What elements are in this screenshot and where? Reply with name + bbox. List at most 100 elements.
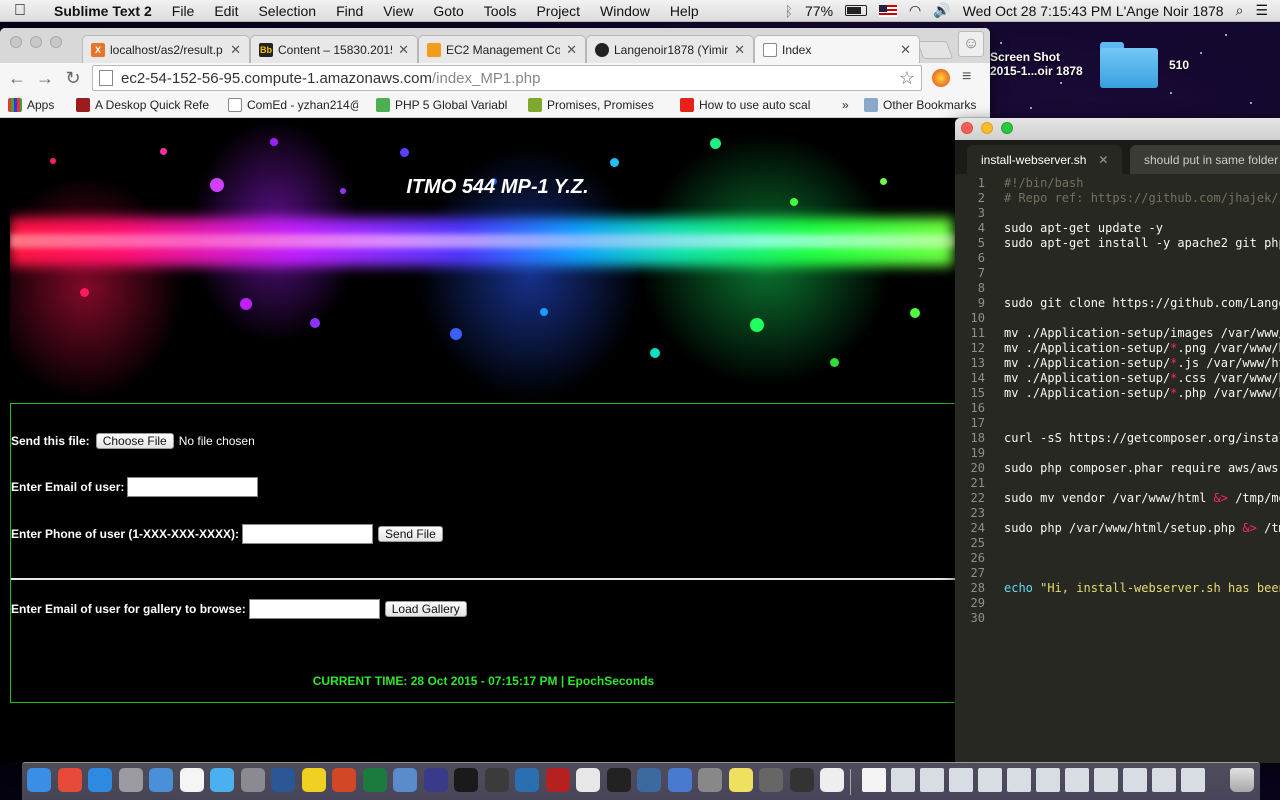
finder-icon[interactable] — [27, 768, 51, 792]
menu-find[interactable]: Find — [326, 3, 373, 19]
gallery-email-field[interactable] — [248, 599, 380, 619]
tab-close-icon[interactable]: ✕ — [230, 42, 241, 58]
menu-view[interactable]: View — [373, 3, 423, 19]
menu-edit[interactable]: Edit — [204, 3, 248, 19]
safari-icon[interactable] — [88, 768, 112, 792]
editor-tab-install-webserver[interactable]: install-webserver.sh ✕ — [967, 145, 1123, 174]
desktop-screenshot-label[interactable]: Screen Shot 2015-1...oir 1878 — [990, 50, 1083, 78]
wireshark-icon[interactable] — [515, 768, 539, 792]
tab-close-icon[interactable]: ✕ — [734, 42, 745, 58]
menubar-user[interactable]: L'Ange Noir 1878 — [1116, 3, 1224, 19]
screenshot-icon[interactable] — [1094, 768, 1118, 792]
terminal-icon[interactable] — [606, 768, 631, 792]
folder-icon[interactable] — [1100, 42, 1158, 88]
extension-icon[interactable] — [932, 69, 950, 87]
tab-close-icon[interactable]: ✕ — [566, 42, 577, 58]
preview-icon[interactable] — [118, 768, 143, 792]
phone-field[interactable] — [242, 524, 374, 544]
choose-file-button[interactable]: Choose File — [95, 433, 174, 449]
screenshot-icon[interactable] — [978, 768, 1002, 792]
screenshot-icon[interactable] — [1123, 768, 1147, 792]
menu-selection[interactable]: Selection — [248, 3, 326, 19]
clock[interactable]: Wed Oct 28 7:15:43 PM — [963, 3, 1112, 19]
email-field[interactable] — [127, 477, 259, 497]
qq-icon[interactable] — [301, 768, 326, 792]
screenshot-icon[interactable] — [1152, 768, 1176, 792]
forward-icon[interactable]: → — [34, 67, 56, 89]
system-preferences-icon[interactable] — [240, 768, 265, 792]
reload-icon[interactable]: ↻ — [62, 67, 84, 89]
menu-project[interactable]: Project — [526, 3, 590, 19]
screenshot-icon[interactable] — [1036, 768, 1060, 792]
xcode-icon[interactable] — [149, 768, 173, 792]
battery-percent[interactable]: 77% — [805, 3, 833, 19]
window-close-button[interactable] — [10, 36, 22, 48]
stickies-icon[interactable] — [728, 768, 753, 792]
apple-icon[interactable]:  — [0, 2, 40, 20]
tab-ec2[interactable]: EC2 Management Co ✕ — [418, 35, 586, 63]
bookmark-apps[interactable]: Apps — [8, 98, 54, 112]
screenshot-icon[interactable] — [891, 768, 915, 792]
textedit-icon[interactable] — [820, 768, 844, 792]
screenshot-icon[interactable] — [949, 768, 973, 792]
document-icon[interactable] — [862, 768, 886, 792]
bookmarks-overflow-chevron[interactable]: » — [842, 98, 849, 112]
window-zoom-button[interactable] — [50, 36, 62, 48]
battery-icon[interactable] — [845, 5, 868, 16]
send-file-button[interactable]: Send File — [378, 526, 443, 542]
console-icon[interactable] — [789, 768, 814, 792]
tab-close-icon[interactable]: ✕ — [900, 42, 911, 58]
bookmark-quick-ref[interactable]: A Deskop Quick Refe — [76, 98, 212, 112]
screenshot-icon[interactable] — [920, 768, 944, 792]
excel-icon[interactable] — [362, 768, 387, 792]
input-source-flag-icon[interactable] — [879, 4, 898, 17]
wifi-icon[interactable]: ◠ — [909, 2, 921, 19]
tab-index[interactable]: Index ✕ — [754, 35, 920, 63]
network-icon[interactable] — [667, 768, 692, 792]
app-menu[interactable]: Sublime Text 2 — [40, 3, 162, 19]
editor-minimize-button[interactable] — [981, 122, 993, 134]
powerpoint-icon[interactable] — [332, 768, 356, 792]
editor-zoom-button[interactable] — [1001, 122, 1013, 134]
menu-goto[interactable]: Goto — [423, 3, 473, 19]
filezilla-icon[interactable] — [545, 768, 570, 792]
messages-icon[interactable] — [210, 768, 234, 792]
page-info-icon[interactable] — [99, 70, 113, 86]
chrome-menu-icon[interactable]: ≡ — [962, 69, 978, 85]
folder-label[interactable]: 510 — [1169, 58, 1189, 72]
word-icon[interactable] — [271, 768, 295, 792]
calendar-icon[interactable] — [179, 768, 204, 792]
tab-localhost[interactable]: X localhost/as2/result.p ✕ — [82, 35, 250, 63]
window-minimize-button[interactable] — [30, 36, 42, 48]
bookmark-promises[interactable]: Promises, Promises — [528, 98, 658, 112]
settings-icon[interactable] — [698, 768, 722, 792]
keychain-icon[interactable] — [759, 768, 783, 792]
new-tab-button[interactable] — [916, 41, 954, 59]
menu-tools[interactable]: Tools — [474, 3, 527, 19]
sublime-icon[interactable] — [484, 768, 509, 792]
bookmark-other[interactable]: Other Bookmarks — [864, 98, 976, 112]
menu-window[interactable]: Window — [590, 3, 660, 19]
tab-close-icon[interactable]: ✕ — [398, 42, 409, 58]
back-icon[interactable]: ← — [6, 67, 28, 89]
instruments-icon[interactable] — [637, 768, 661, 792]
profile-icon[interactable]: ☺ — [958, 31, 984, 57]
tab-github[interactable]: Langenoir1878 (Yimin ✕ — [586, 35, 754, 63]
menu-file[interactable]: File — [162, 3, 205, 19]
photos-icon[interactable] — [576, 768, 600, 792]
tab-content[interactable]: Bb Content – 15830.2015 ✕ — [250, 35, 418, 63]
bookmark-star-icon[interactable]: ☆ — [899, 68, 915, 89]
virtualbox-icon[interactable] — [393, 768, 417, 792]
volume-icon[interactable]: 🔊 — [933, 2, 950, 19]
bookmark-comed[interactable]: ComEd - yzhan214@ — [228, 98, 358, 112]
editor-close-button[interactable] — [961, 122, 973, 134]
bookmark-autoscale[interactable]: How to use auto scal — [680, 98, 814, 112]
notification-center-icon[interactable]: ☰ — [1255, 2, 1268, 19]
editor-tab-notes[interactable]: should put in same folder — [1130, 145, 1280, 174]
intellij-icon[interactable] — [454, 768, 478, 792]
load-gallery-button[interactable]: Load Gallery — [384, 601, 467, 617]
screenshot-icon[interactable] — [1007, 768, 1031, 792]
screenshot-icon[interactable] — [1065, 768, 1089, 792]
screenshot-icon[interactable] — [1181, 768, 1205, 792]
eclipse-icon[interactable] — [423, 768, 448, 792]
